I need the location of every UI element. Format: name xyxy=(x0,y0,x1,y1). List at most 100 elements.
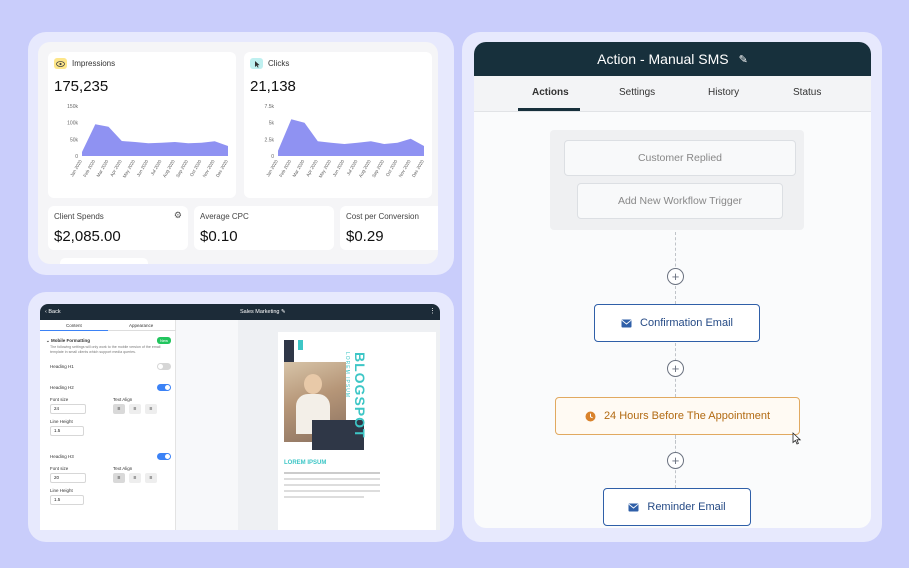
x-tick-label: May 2020 xyxy=(122,159,136,179)
tab-status[interactable]: Status xyxy=(793,87,821,98)
eye-icon xyxy=(54,58,67,69)
h2-align-center-icon[interactable]: ≡ xyxy=(129,404,141,414)
x-tick-label: Apr 2020 xyxy=(109,159,123,178)
node-confirmation-email[interactable]: Confirmation Email xyxy=(594,304,760,342)
heading-h1-toggle[interactable] xyxy=(157,363,171,370)
x-tick-label: Jul 2020 xyxy=(346,159,359,177)
impressions-widget: Impressions 175,235 150k 100k 50k 0 Jan 2020… xyxy=(48,52,236,198)
h3-font-size-input[interactable]: 20 xyxy=(50,473,86,483)
cost-per-conversion-label: Cost per Conversion xyxy=(346,212,419,221)
dashboard-card: Impressions 175,235 150k 100k 50k 0 Jan 2020… xyxy=(28,32,454,275)
tab-actions[interactable]: Actions xyxy=(532,87,569,98)
h2-align-right-icon[interactable]: ≡ xyxy=(145,404,157,414)
mouse-cursor-icon xyxy=(792,432,802,445)
heading-h3-toggle[interactable] xyxy=(157,453,171,460)
x-tick-label: Mar 2020 xyxy=(96,159,110,178)
x-tick-label: Nov 2020 xyxy=(398,159,412,179)
x-tick-label: Oct 2020 xyxy=(385,159,399,178)
photo-person-head xyxy=(304,374,322,394)
tab-appearance[interactable]: Appearance xyxy=(129,323,153,328)
tab-content[interactable]: Content xyxy=(66,323,82,328)
add-step-plus-icon[interactable]: + xyxy=(667,268,684,285)
more-icon[interactable]: ⋮ xyxy=(429,307,436,315)
h2-align-left-icon[interactable]: ≡ xyxy=(113,404,125,414)
cursor-click-icon xyxy=(250,58,263,69)
cost-per-conversion-widget: Cost per Conversion $0.29 xyxy=(340,206,438,250)
email-canvas: ↶ ↷ BLOGSPOT LOREM IPSUM LOREM IPSUM xyxy=(176,320,440,530)
h2-font-size-input[interactable]: 24 xyxy=(50,404,86,414)
x-tick-label: Jun 2020 xyxy=(136,159,150,178)
preview-teal-accent xyxy=(298,340,303,350)
x-tick-label: Dec 2020 xyxy=(215,159,229,179)
client-spends-label: Client Spends xyxy=(54,212,104,221)
node-reminder-email[interactable]: Reminder Email xyxy=(603,488,751,526)
new-badge: New xyxy=(157,337,172,344)
envelope-icon xyxy=(621,319,632,327)
tab-history[interactable]: History xyxy=(708,87,739,98)
workflow-tabs: Actions Settings History Status xyxy=(474,76,871,112)
clicks-widget: Clicks 21,138 7.5k 5k 2.5k 0 Jan 2020 Feb 202… xyxy=(244,52,432,198)
h3-align-center-icon[interactable]: ≡ xyxy=(129,473,141,483)
x-tick-label: Feb 2020 xyxy=(82,159,96,178)
h3-align-left-icon[interactable]: ≡ xyxy=(113,473,125,483)
mobile-formatting-heading[interactable]: ⌄ Mobile Formatting xyxy=(46,338,90,344)
y-tick-label: 100k xyxy=(67,121,78,127)
y-tick-label: 7.5k xyxy=(265,104,275,110)
h3-line-height-input[interactable]: 1.5 xyxy=(50,495,84,505)
preview-vertical-subtitle: LOREM IPSUM xyxy=(344,352,350,399)
add-workflow-trigger-button[interactable]: Add New Workflow Trigger xyxy=(577,183,783,219)
node-wait-24-hours[interactable]: 24 Hours Before The Appointment xyxy=(555,397,800,435)
average-cpc-value: $0.10 xyxy=(200,228,238,245)
client-spends-value: $2,085.00 xyxy=(54,228,121,245)
x-tick-label: Jan 2020 xyxy=(265,159,279,178)
average-cpc-widget: Average CPC $0.10 xyxy=(194,206,334,250)
y-tick-label: 2.5k xyxy=(265,137,275,143)
heading-h3-label: Heading H3 xyxy=(50,454,74,459)
x-tick-label: Jan 2020 xyxy=(69,159,83,178)
active-tab-indicator xyxy=(518,108,580,111)
heading-h1-label: Heading H1 xyxy=(50,364,74,369)
add-step-plus-icon[interactable]: + xyxy=(667,452,684,469)
next-widget-peek xyxy=(60,258,148,264)
editor-title: Sales Marketing ✎ xyxy=(240,309,286,315)
heading-h2-toggle[interactable] xyxy=(157,384,171,391)
active-tab-indicator xyxy=(40,330,108,331)
node-label: Confirmation Email xyxy=(640,317,733,329)
x-tick-label: Aug 2020 xyxy=(162,159,176,179)
area-series xyxy=(278,119,424,156)
email-preview: BLOGSPOT LOREM IPSUM LOREM IPSUM xyxy=(278,332,436,530)
preview-vertical-title: BLOGSPOT xyxy=(352,352,368,439)
editor-card: ‹ Back Sales Marketing ✎ ⋮ Content Appea… xyxy=(28,292,454,542)
preview-text-line xyxy=(284,472,380,474)
x-tick-label: Oct 2020 xyxy=(189,159,203,178)
connector-line xyxy=(675,286,676,304)
trigger-customer-replied[interactable]: Customer Replied xyxy=(564,140,796,176)
h3-align-right-icon[interactable]: ≡ xyxy=(145,473,157,483)
node-label: 24 Hours Before The Appointment xyxy=(603,410,771,422)
workflow-header: Action - Manual SMS ✎ xyxy=(474,42,871,76)
y-tick-label: 5k xyxy=(269,121,275,127)
cost-per-conversion-value: $0.29 xyxy=(346,228,384,245)
h2-text-align-label: Text Align xyxy=(113,397,133,402)
x-tick-label: Feb 2020 xyxy=(278,159,292,178)
dashboard-panel: Impressions 175,235 150k 100k 50k 0 Jan 2020… xyxy=(38,42,438,264)
heading-h2-label: Heading H2 xyxy=(50,385,74,390)
x-tick-label: Aug 2020 xyxy=(358,159,372,179)
h2-line-height-input[interactable]: 1.5 xyxy=(50,426,84,436)
preview-text-line xyxy=(284,478,380,480)
h3-line-height-label: Line Height xyxy=(50,488,73,493)
impressions-label: Impressions xyxy=(72,59,116,68)
area-series xyxy=(82,124,228,156)
h3-font-size-label: Font size xyxy=(50,466,69,471)
add-step-plus-icon[interactable]: + xyxy=(667,360,684,377)
impressions-chart: 150k100k50k0Jan 2020 Feb 2020 Mar 2020 Apr … xyxy=(67,104,229,179)
workflow-window: Action - Manual SMS ✎ Actions Settings H… xyxy=(474,42,871,528)
back-button[interactable]: ‹ Back xyxy=(45,309,61,315)
gear-icon[interactable]: ⚙ xyxy=(174,210,182,221)
clicks-label: Clicks xyxy=(268,59,290,68)
tab-settings[interactable]: Settings xyxy=(619,87,655,98)
canvas-gutter xyxy=(176,320,238,530)
x-tick-label: Sep 2020 xyxy=(371,159,385,179)
x-tick-label: Apr 2020 xyxy=(305,159,319,178)
edit-pencil-icon[interactable]: ✎ xyxy=(739,53,748,66)
